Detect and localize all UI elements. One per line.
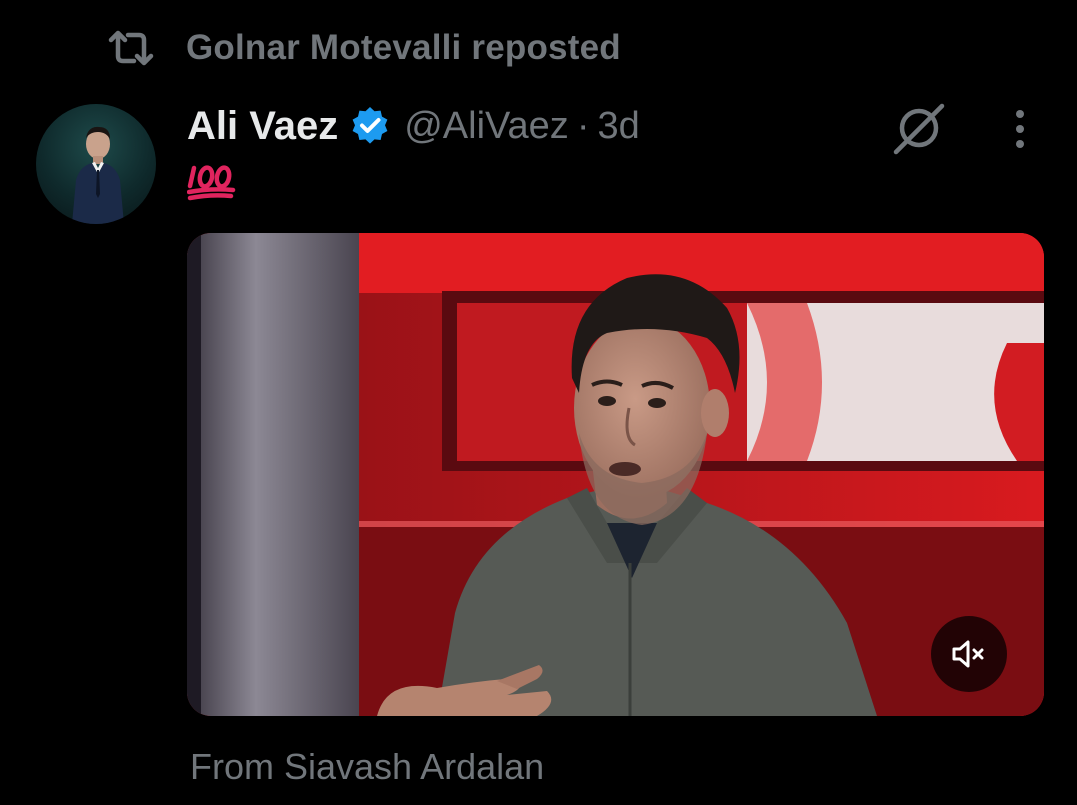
repost-label[interactable]: Golnar Motevalli reposted <box>186 28 621 68</box>
tweet-video[interactable] <box>187 233 1044 716</box>
more-vertical-icon[interactable] <box>1008 108 1032 150</box>
author-handle[interactable]: @AliVaez <box>404 105 569 148</box>
video-attribution[interactable]: From Siavash Ardalan <box>190 746 544 788</box>
repost-icon <box>106 28 156 68</box>
grok-icon[interactable] <box>890 100 950 156</box>
repost-header[interactable]: Golnar Motevalli reposted <box>106 24 621 72</box>
tweet-text <box>186 160 237 202</box>
author-display-name[interactable]: Ali Vaez <box>187 104 338 149</box>
avatar[interactable] <box>36 104 156 224</box>
speaker-muted-icon <box>952 640 984 668</box>
tweet-timestamp[interactable]: 3d <box>597 105 639 148</box>
mute-toggle-button[interactable] <box>931 616 1007 692</box>
verified-badge-icon <box>350 106 390 146</box>
tweet-header: Ali Vaez @AliVaez · 3d <box>187 98 640 154</box>
separator-dot: · <box>576 104 590 147</box>
hundred-points-emoji <box>186 160 237 202</box>
